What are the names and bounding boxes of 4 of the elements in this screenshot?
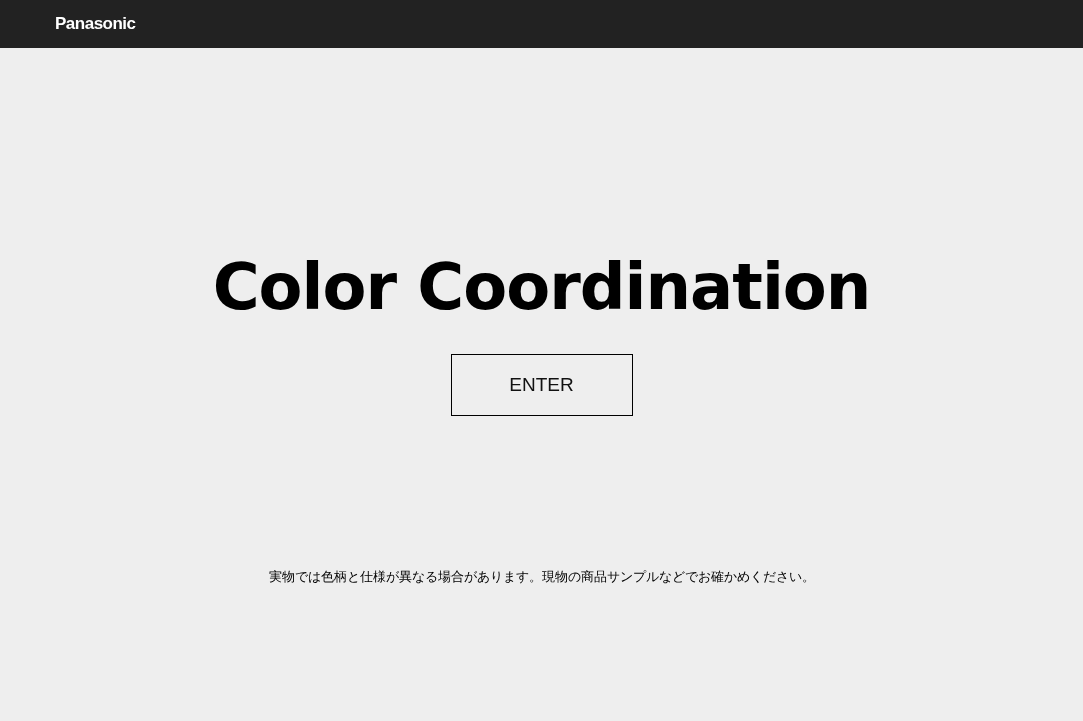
- page-title: Color Coordination: [212, 255, 871, 319]
- brand-logo[interactable]: Panasonic: [55, 11, 136, 37]
- notice-text: 実物では色柄と仕様が異なる場合があります。現物の商品サンプルなどでお確かめください。: [268, 568, 815, 586]
- enter-button[interactable]: ENTER: [450, 354, 633, 416]
